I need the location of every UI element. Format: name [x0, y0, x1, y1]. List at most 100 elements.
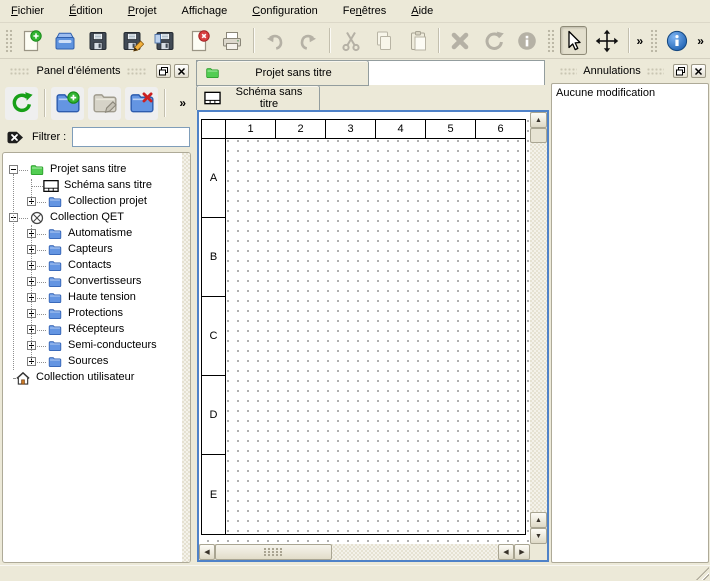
tree-item-sources[interactable]: Sources [3, 354, 182, 370]
menu-projet[interactable]: Projet [120, 2, 165, 20]
menu-fichier[interactable]: Fichier [3, 2, 52, 20]
tree-line [19, 218, 28, 219]
toolbar-drag-handle[interactable] [547, 29, 554, 53]
vertical-scrollbar[interactable]: ▲ ▲ ▼ [530, 112, 547, 544]
menu-configuration[interactable]: Configuration [244, 2, 326, 20]
diagram-information-button[interactable] [663, 26, 691, 55]
tree-item-collection-projet[interactable]: Collection projet [3, 194, 182, 210]
move-tool-icon [595, 29, 619, 53]
scroll-up-button[interactable]: ▲ [530, 112, 547, 128]
blue-folder-icon [47, 354, 63, 370]
filter-input[interactable] [72, 127, 190, 147]
tree-item-haute-tension[interactable]: Haute tension [3, 290, 182, 306]
toolbar-drag-handle[interactable] [5, 29, 12, 53]
tree-item-collection-qet[interactable]: Collection QET [3, 210, 182, 226]
collapse-icon[interactable] [9, 165, 18, 174]
menu-edition[interactable]: Édition [61, 2, 111, 20]
qet-icon [29, 210, 45, 226]
column-header-5: 5 [426, 120, 476, 138]
undo-button[interactable] [261, 26, 289, 55]
tree-item-label: Automatisme [68, 227, 132, 239]
tree-line [31, 225, 32, 363]
scroll-left-button[interactable]: ◀ [498, 544, 514, 560]
row-header-A: A [202, 139, 225, 218]
panel-toolbar-overflow-button[interactable]: » [175, 96, 190, 110]
save-as-button[interactable] [118, 26, 146, 55]
schema-icon [204, 91, 221, 105]
tree-line [37, 202, 46, 203]
tab-schema[interactable]: Schéma sans titre [196, 85, 320, 110]
tree-item-projet-sans-titre[interactable]: Projet sans titre [3, 162, 182, 178]
menu-affichage[interactable]: Affichage [174, 2, 236, 20]
print-button[interactable] [219, 26, 247, 55]
rotate-button[interactable] [480, 26, 508, 55]
new-category-icon [55, 90, 81, 116]
copy-button[interactable] [370, 26, 398, 55]
undo-panel-dock: Annulations Aucune modification [550, 60, 710, 565]
close-panel-button[interactable] [691, 64, 706, 78]
elements-panel-dock: Panel d'éléments » Filtrer : Projet [0, 60, 193, 565]
tab-project[interactable]: Projet sans titre [196, 60, 369, 86]
paste-button[interactable] [404, 26, 432, 55]
tree-item-collection-utilisateur[interactable]: Collection utilisateur [3, 370, 182, 386]
redo-button[interactable] [295, 26, 323, 55]
close-panel-button[interactable] [174, 64, 189, 78]
scroll-left-button[interactable]: ◀ [199, 544, 215, 560]
save-all-button[interactable] [152, 26, 180, 55]
clear-filter-button[interactable] [6, 130, 32, 145]
green-folder-icon [204, 66, 221, 80]
elements-panel-titlebar[interactable]: Panel d'éléments [0, 60, 193, 82]
toolbar-overflow-button[interactable]: » [632, 34, 647, 48]
frame-corner [202, 120, 226, 138]
tree-item-convertisseurs[interactable]: Convertisseurs [3, 274, 182, 290]
close-file-button[interactable] [185, 26, 213, 55]
diagram-view[interactable]: 123456 ABCDE ▲ ▲ ▼ ◀ ◀ ▶ [197, 110, 549, 562]
tree-item-semi-conducteurs[interactable]: Semi-conducteurs [3, 338, 182, 354]
undo-panel-titlebar[interactable]: Annulations [550, 60, 710, 82]
select-mode-button[interactable] [560, 26, 588, 55]
diagram-canvas[interactable]: 123456 ABCDE [199, 112, 530, 544]
tree-scrollbar-track[interactable] [182, 153, 190, 562]
elements-panel-title: Panel d'éléments [36, 65, 120, 77]
tree-item-capteurs[interactable]: Capteurs [3, 242, 182, 258]
save-as-icon [120, 29, 144, 53]
scroll-right-button[interactable]: ▶ [514, 544, 530, 560]
open-project-button[interactable] [51, 26, 79, 55]
tree-item-r-cepteurs[interactable]: Récepteurs [3, 322, 182, 338]
new-category-button[interactable] [51, 87, 84, 120]
scroll-mode-button[interactable] [593, 26, 621, 55]
float-panel-button[interactable] [156, 64, 171, 78]
cut-button[interactable] [337, 26, 365, 55]
float-panel-button[interactable] [673, 64, 688, 78]
resize-grip[interactable] [696, 567, 709, 580]
undo-list-item[interactable]: Aucune modification [552, 84, 708, 102]
delete-button[interactable] [446, 26, 474, 55]
tree-item-sch-ma-sans-titre[interactable]: Schéma sans titre [3, 178, 182, 194]
tree-item-protections[interactable]: Protections [3, 306, 182, 322]
tree-item-label: Protections [68, 307, 123, 319]
schema-tab-bar: Schéma sans titre [196, 85, 548, 110]
tree-item-automatisme[interactable]: Automatisme [3, 226, 182, 242]
menu-aide[interactable]: Aide [403, 2, 441, 20]
toolbar-separator [438, 28, 439, 53]
tree-item-label: Collection utilisateur [36, 371, 134, 383]
menu-fenetres[interactable]: Fenêtres [335, 2, 394, 20]
scroll-down-button[interactable]: ▼ [530, 528, 547, 544]
delete-category-button[interactable] [125, 87, 158, 120]
new-document-button[interactable] [18, 26, 46, 55]
menu-bar: Fichier Édition Projet Affichage Configu… [0, 0, 710, 23]
tree-item-contacts[interactable]: Contacts [3, 258, 182, 274]
scrollbar-corner [530, 544, 547, 560]
schema-icon [43, 178, 59, 194]
save-button[interactable] [85, 26, 113, 55]
element-information-button[interactable] [513, 26, 541, 55]
reload-collections-button[interactable] [5, 87, 38, 120]
scroll-up-button[interactable]: ▲ [530, 512, 547, 528]
project-tab-bar: Projet sans titre [196, 60, 545, 85]
vertical-scrollbar-thumb[interactable] [530, 128, 547, 143]
horizontal-scrollbar-thumb[interactable] [215, 544, 332, 560]
horizontal-scrollbar[interactable]: ◀ ◀ ▶ [199, 544, 530, 560]
toolbar-overflow-button[interactable]: » [693, 34, 708, 48]
edit-category-button[interactable] [88, 87, 121, 120]
toolbar-drag-handle[interactable] [650, 29, 657, 53]
